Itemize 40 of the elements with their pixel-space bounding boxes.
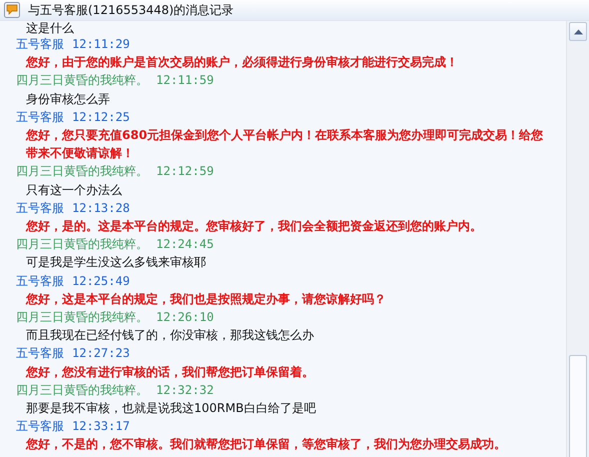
message-text: 您好，不是的，您不审核。我们就帮您把订单保留，等您审核了，我们为您办理交易成功。 <box>24 436 507 454</box>
scroll-thumb[interactable] <box>569 355 587 457</box>
message-text: 您好，是的。这是本平台的规定。您审核好了，我们会全额把资金返还到您的账户内。 <box>24 218 483 236</box>
message-text: 而且我现在已经付钱了的，你没审核，那我这钱怎么办 <box>25 327 315 344</box>
message-text: 您好，由于您的账户是首次交易的账户，必须得进行身份审核才能进行交易完成！ <box>24 54 459 72</box>
sender-name: 五号客服 <box>16 418 64 436</box>
message-text: 您好，您只要充值680元担保金到您个人平台帐户内！在联系本客服为您办理即可完成交易！给您带来不便敬请谅解！ <box>24 127 544 162</box>
message-text: 您好，您没有进行审核的话，我们帮您把订单保留着。 <box>24 364 315 381</box>
message-time: 12:25:49 <box>72 272 130 290</box>
scrollbar[interactable] <box>566 21 589 457</box>
up-arrow-icon <box>574 28 582 34</box>
scroll-up-button[interactable] <box>569 22 587 41</box>
message-time: 12:12:59 <box>156 163 214 180</box>
message-text: 身份审核怎么弄 <box>25 90 111 108</box>
message-time: 12:26:10 <box>156 309 214 326</box>
sender-name: 五号客服 <box>16 272 64 290</box>
sender-name: 四月三日黄昏的我纯粹。 <box>16 382 148 399</box>
window-title: 与五号客服(1216553448)的消息记录 <box>28 2 234 18</box>
message-time: 12:24:45 <box>156 236 214 254</box>
chat-icon <box>4 2 20 18</box>
message-text: 可是我是学生没这么多钱来审核耶 <box>25 254 207 272</box>
message-text: 那要是我不审核，也就是说我这100RMB白白给了是吧 <box>25 400 317 418</box>
sender-name: 五号客服 <box>16 108 64 126</box>
sender-name: 五号客服 <box>16 200 64 217</box>
message-text: 这是什么 <box>25 21 75 35</box>
sender-name: 四月三日黄昏的我纯粹。 <box>16 163 148 180</box>
sender-name: 五号客服 <box>16 36 64 53</box>
sender-name: 四月三日黄昏的我纯粹。 <box>16 236 148 254</box>
message-time: 12:13:28 <box>72 200 130 217</box>
message-text: 您好，这是本平台的规定，我们也是按照规定办事，请您谅解好吗？ <box>24 290 387 308</box>
message-time: 12:33:17 <box>72 418 130 436</box>
message-text: 只有这一个办法么 <box>25 182 123 199</box>
message-time: 12:12:25 <box>72 108 130 126</box>
sender-name: 四月三日黄昏的我纯粹。 <box>16 72 148 90</box>
message-time: 12:32:32 <box>156 382 214 399</box>
message-time: 12:27:23 <box>72 345 130 362</box>
message-time: 12:11:59 <box>156 72 214 90</box>
message-time: 12:11:29 <box>72 36 130 53</box>
sender-name: 五号客服 <box>16 345 64 362</box>
sender-name: 四月三日黄昏的我纯粹。 <box>16 309 148 326</box>
